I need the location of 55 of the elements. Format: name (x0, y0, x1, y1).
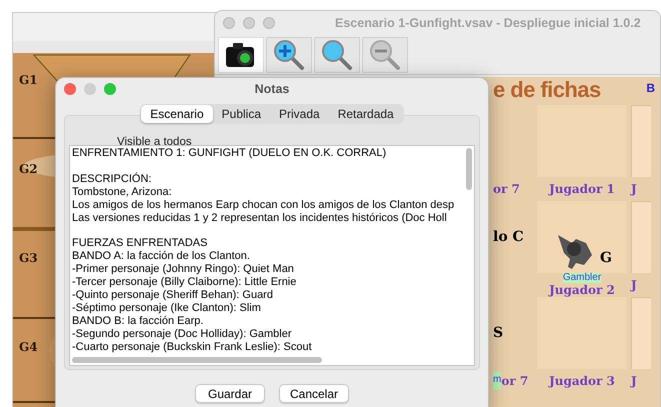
board-heading: e de fichas (493, 79, 601, 101)
player-label: J (631, 181, 637, 198)
note-line: BANDO A: la facción de los Clanton. (72, 250, 251, 264)
toolbar-button[interactable] (218, 36, 264, 72)
player-label: or 7 (501, 373, 528, 390)
window-control-icon[interactable] (263, 17, 275, 29)
note-line: -Primer personaje (Johnny Ringo): Quiet Man (72, 263, 295, 276)
dialog-title: Notas (254, 80, 290, 98)
tile-label: S (493, 324, 504, 342)
note-line: FUERZAS ENFRENTADAS (72, 237, 208, 250)
notes-text-area[interactable] (69, 145, 475, 366)
tile (631, 201, 651, 273)
corner-label: B (646, 80, 655, 97)
tile (631, 105, 651, 177)
note-line: ENFRENTAMIENTO 1: GUNFIGHT (DUELO EN O.K. CORRAL) (72, 147, 388, 160)
note-line: -Séptimo personaje (Ike Clanton): Slim (72, 302, 262, 315)
note-line: -Cuarto personaje (Buckskin Frank Leslie): Scout (72, 340, 313, 354)
player-label: J (631, 373, 637, 390)
note-line: DESCRIPCIÓN: (72, 172, 152, 186)
token-letter: G (600, 249, 612, 268)
vertical-scrollbar[interactable] (466, 148, 472, 190)
tile (631, 297, 651, 369)
maximize-icon[interactable] (104, 83, 116, 95)
tile-label: lo C (493, 228, 524, 246)
row-label: G2 (19, 161, 38, 178)
tab[interactable]: Privada (270, 105, 329, 123)
row-label: G4 (19, 339, 38, 356)
token-name: Gambler (562, 272, 602, 282)
tab[interactable]: Publica (212, 105, 270, 123)
player-label: Jugador 2 (549, 282, 615, 298)
note-line: Tombstone, Arizona: (72, 186, 173, 199)
player-label: or 7 (493, 181, 520, 198)
window-control-icon[interactable] (223, 17, 235, 29)
dialog-button[interactable]: Cancelar (279, 384, 349, 403)
note-line: -Tercer personaje (Billy Claiborne): Little Ernie (72, 276, 298, 289)
note-line: -Quinto personaje (Sheriff Behan): Guard (72, 288, 274, 302)
close-icon[interactable] (64, 83, 76, 95)
horizontal-scrollbar[interactable] (72, 357, 322, 363)
player-label: J (631, 277, 637, 294)
minimize-icon[interactable] (84, 83, 96, 95)
note-line: -Segundo personaje (Doc Holliday): Gambler (72, 328, 292, 341)
player-label: Jugador 3 (549, 374, 615, 388)
note-line: Las versiones reducidas 1 y 2 representan los incidentes históricos (Doc Holl (72, 212, 448, 224)
row-label: G1 (19, 72, 38, 89)
window-control-icon[interactable] (243, 17, 255, 29)
row-label: G3 (19, 250, 38, 267)
note-line: Los amigos de los hermanos Earp chocan con los amigos de los Clanton desp (72, 198, 456, 212)
player-label: Jugador 1 (549, 182, 615, 196)
tab[interactable]: Retardada (328, 105, 403, 123)
tab[interactable]: Escenario (141, 105, 213, 123)
note-line: BANDO B: la facción Earp. (72, 314, 204, 328)
window-title: Escenario 1-Gunfight.vsav - Despliegue inicial 1.0.2 (335, 14, 641, 32)
token-name: m (493, 372, 502, 390)
dialog-button[interactable]: Guardar (195, 384, 265, 403)
visibility-label: Visible a todos (117, 136, 192, 148)
